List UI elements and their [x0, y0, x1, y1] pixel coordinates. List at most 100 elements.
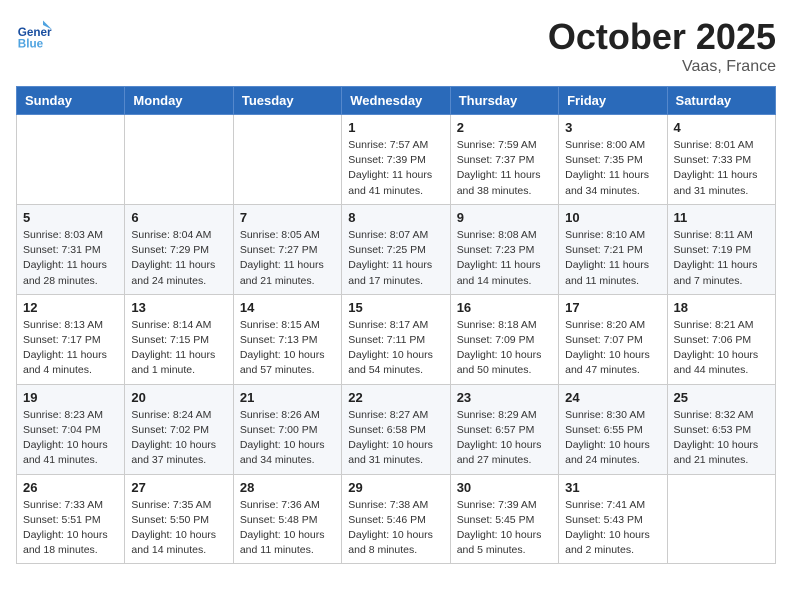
- calendar-cell: 7 Sunrise: 8:05 AM Sunset: 7:27 PM Daylig…: [233, 204, 341, 294]
- calendar-week-row: 5 Sunrise: 8:03 AM Sunset: 7:31 PM Daylig…: [17, 204, 776, 294]
- day-info: Sunrise: 8:24 AM Sunset: 7:02 PM Dayligh…: [131, 408, 226, 469]
- day-number: 16: [457, 300, 552, 315]
- weekday-header-tuesday: Tuesday: [233, 87, 341, 115]
- day-number: 18: [674, 300, 769, 315]
- day-number: 23: [457, 390, 552, 405]
- calendar-cell: 4Sunrise: 8:01 AM Sunset: 7:33 PM Daylig…: [667, 115, 775, 205]
- calendar-cell: 31 Sunrise: 7:41 AM Sunset: 5:43 PM Dayli…: [559, 474, 667, 564]
- day-number: 26: [23, 480, 118, 495]
- calendar-cell: 24 Sunrise: 8:30 AM Sunset: 6:55 PM Dayli…: [559, 384, 667, 474]
- day-number: 31: [565, 480, 660, 495]
- day-number: 5: [23, 210, 118, 225]
- calendar-cell: 10 Sunrise: 8:10 AM Sunset: 7:21 PM Dayli…: [559, 204, 667, 294]
- day-info: Sunrise: 8:11 AM Sunset: 7:19 PM Dayligh…: [674, 228, 769, 289]
- calendar-cell: 26 Sunrise: 7:33 AM Sunset: 5:51 PM Dayli…: [17, 474, 125, 564]
- calendar-cell: 8 Sunrise: 8:07 AM Sunset: 7:25 PM Daylig…: [342, 204, 450, 294]
- day-number: 4: [674, 120, 769, 135]
- calendar-cell: 9 Sunrise: 8:08 AM Sunset: 7:23 PM Daylig…: [450, 204, 558, 294]
- day-number: 20: [131, 390, 226, 405]
- calendar-cell: 1 Sunrise: 7:57 AM Sunset: 7:39 PM Daylig…: [342, 115, 450, 205]
- day-info: Sunrise: 8:13 AM Sunset: 7:17 PM Dayligh…: [23, 318, 118, 379]
- logo-icon: General Blue: [16, 16, 52, 52]
- day-info: Sunrise: 8:32 AM Sunset: 6:53 PM Dayligh…: [674, 408, 769, 469]
- calendar-cell: [17, 115, 125, 205]
- day-info: Sunrise: 8:07 AM Sunset: 7:25 PM Dayligh…: [348, 228, 443, 289]
- page-header: General Blue October 2025 Vaas, France: [16, 16, 776, 76]
- day-info: Sunrise: 8:15 AM Sunset: 7:13 PM Dayligh…: [240, 318, 335, 379]
- day-number: 9: [457, 210, 552, 225]
- day-number: 22: [348, 390, 443, 405]
- calendar-cell: 11Sunrise: 8:11 AM Sunset: 7:19 PM Dayli…: [667, 204, 775, 294]
- day-number: 10: [565, 210, 660, 225]
- calendar-cell: 29 Sunrise: 7:38 AM Sunset: 5:46 PM Dayli…: [342, 474, 450, 564]
- logo: General Blue: [16, 16, 56, 52]
- day-info: Sunrise: 8:04 AM Sunset: 7:29 PM Dayligh…: [131, 228, 226, 289]
- day-info: Sunrise: 8:00 AM Sunset: 7:35 PM Dayligh…: [565, 138, 660, 199]
- day-info: Sunrise: 8:10 AM Sunset: 7:21 PM Dayligh…: [565, 228, 660, 289]
- day-number: 27: [131, 480, 226, 495]
- day-info: Sunrise: 8:30 AM Sunset: 6:55 PM Dayligh…: [565, 408, 660, 469]
- calendar-cell: 3 Sunrise: 8:00 AM Sunset: 7:35 PM Daylig…: [559, 115, 667, 205]
- svg-text:Blue: Blue: [18, 38, 44, 51]
- day-info: Sunrise: 8:18 AM Sunset: 7:09 PM Dayligh…: [457, 318, 552, 379]
- day-number: 21: [240, 390, 335, 405]
- calendar-cell: 6 Sunrise: 8:04 AM Sunset: 7:29 PM Daylig…: [125, 204, 233, 294]
- weekday-header-wednesday: Wednesday: [342, 87, 450, 115]
- day-number: 17: [565, 300, 660, 315]
- calendar-cell: 18 Sunrise: 8:21 AM Sunset: 7:06 PM Dayli…: [667, 294, 775, 384]
- weekday-header-thursday: Thursday: [450, 87, 558, 115]
- day-info: Sunrise: 8:17 AM Sunset: 7:11 PM Dayligh…: [348, 318, 443, 379]
- day-info: Sunrise: 7:59 AM Sunset: 7:37 PM Dayligh…: [457, 138, 552, 199]
- day-number: 28: [240, 480, 335, 495]
- day-number: 14: [240, 300, 335, 315]
- day-number: 2: [457, 120, 552, 135]
- day-number: 25: [674, 390, 769, 405]
- day-number: 24: [565, 390, 660, 405]
- calendar-cell: 25 Sunrise: 8:32 AM Sunset: 6:53 PM Dayli…: [667, 384, 775, 474]
- day-info: Sunrise: 7:57 AM Sunset: 7:39 PM Dayligh…: [348, 138, 443, 199]
- day-info: Sunrise: 8:23 AM Sunset: 7:04 PM Dayligh…: [23, 408, 118, 469]
- calendar-week-row: 26 Sunrise: 7:33 AM Sunset: 5:51 PM Dayli…: [17, 474, 776, 564]
- month-title: October 2025: [548, 16, 776, 58]
- day-number: 30: [457, 480, 552, 495]
- day-info: Sunrise: 7:39 AM Sunset: 5:45 PM Dayligh…: [457, 498, 552, 559]
- day-number: 29: [348, 480, 443, 495]
- day-info: Sunrise: 7:33 AM Sunset: 5:51 PM Dayligh…: [23, 498, 118, 559]
- day-info: Sunrise: 7:36 AM Sunset: 5:48 PM Dayligh…: [240, 498, 335, 559]
- day-info: Sunrise: 8:08 AM Sunset: 7:23 PM Dayligh…: [457, 228, 552, 289]
- weekday-header-monday: Monday: [125, 87, 233, 115]
- calendar-cell: [125, 115, 233, 205]
- day-info: Sunrise: 8:03 AM Sunset: 7:31 PM Dayligh…: [23, 228, 118, 289]
- day-number: 8: [348, 210, 443, 225]
- calendar-cell: 30 Sunrise: 7:39 AM Sunset: 5:45 PM Dayli…: [450, 474, 558, 564]
- calendar-cell: 13Sunrise: 8:14 AM Sunset: 7:15 PM Dayli…: [125, 294, 233, 384]
- day-info: Sunrise: 8:05 AM Sunset: 7:27 PM Dayligh…: [240, 228, 335, 289]
- calendar-cell: 22Sunrise: 8:27 AM Sunset: 6:58 PM Dayli…: [342, 384, 450, 474]
- calendar-week-row: 1 Sunrise: 7:57 AM Sunset: 7:39 PM Daylig…: [17, 115, 776, 205]
- calendar-week-row: 19 Sunrise: 8:23 AM Sunset: 7:04 PM Dayli…: [17, 384, 776, 474]
- day-number: 1: [348, 120, 443, 135]
- calendar-cell: 19 Sunrise: 8:23 AM Sunset: 7:04 PM Dayli…: [17, 384, 125, 474]
- calendar-cell: 28 Sunrise: 7:36 AM Sunset: 5:48 PM Dayli…: [233, 474, 341, 564]
- calendar-cell: 2 Sunrise: 7:59 AM Sunset: 7:37 PM Daylig…: [450, 115, 558, 205]
- weekday-header-sunday: Sunday: [17, 87, 125, 115]
- day-number: 6: [131, 210, 226, 225]
- calendar-cell: 21 Sunrise: 8:26 AM Sunset: 7:00 PM Dayli…: [233, 384, 341, 474]
- day-info: Sunrise: 8:21 AM Sunset: 7:06 PM Dayligh…: [674, 318, 769, 379]
- day-number: 19: [23, 390, 118, 405]
- calendar-cell: 5 Sunrise: 8:03 AM Sunset: 7:31 PM Daylig…: [17, 204, 125, 294]
- calendar-cell: 14 Sunrise: 8:15 AM Sunset: 7:13 PM Dayli…: [233, 294, 341, 384]
- day-info: Sunrise: 7:38 AM Sunset: 5:46 PM Dayligh…: [348, 498, 443, 559]
- calendar-cell: 17Sunrise: 8:20 AM Sunset: 7:07 PM Dayli…: [559, 294, 667, 384]
- calendar-cell: 12 Sunrise: 8:13 AM Sunset: 7:17 PM Dayli…: [17, 294, 125, 384]
- day-number: 12: [23, 300, 118, 315]
- day-number: 7: [240, 210, 335, 225]
- calendar-cell: 16 Sunrise: 8:18 AM Sunset: 7:09 PM Dayli…: [450, 294, 558, 384]
- calendar-cell: 23 Sunrise: 8:29 AM Sunset: 6:57 PM Dayli…: [450, 384, 558, 474]
- day-info: Sunrise: 7:41 AM Sunset: 5:43 PM Dayligh…: [565, 498, 660, 559]
- title-block: October 2025 Vaas, France: [548, 16, 776, 76]
- calendar-cell: [233, 115, 341, 205]
- day-info: Sunrise: 8:26 AM Sunset: 7:00 PM Dayligh…: [240, 408, 335, 469]
- day-number: 3: [565, 120, 660, 135]
- day-info: Sunrise: 8:29 AM Sunset: 6:57 PM Dayligh…: [457, 408, 552, 469]
